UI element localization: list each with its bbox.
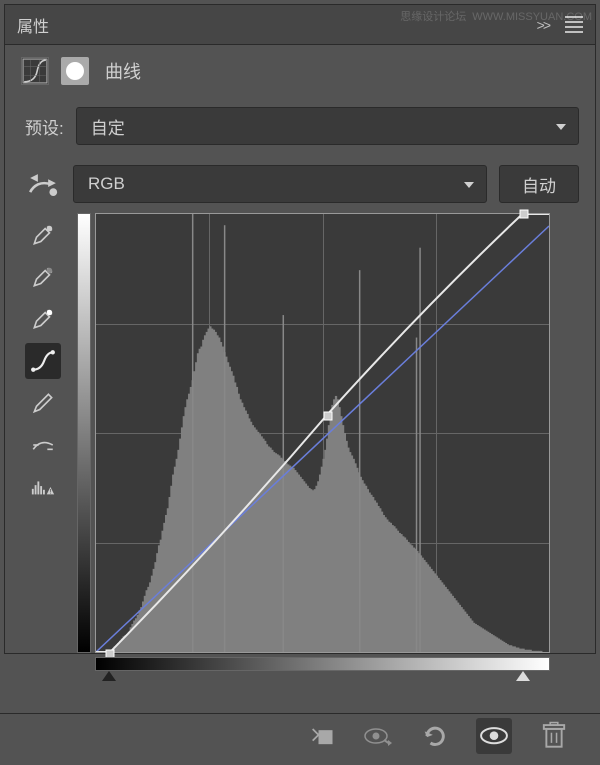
panel-footer: [0, 713, 600, 757]
curve-edit-icon[interactable]: [25, 343, 61, 379]
curve-point[interactable]: [520, 210, 529, 219]
mask-icon[interactable]: [61, 57, 89, 85]
auto-button[interactable]: 自动: [499, 165, 579, 203]
histogram: [96, 214, 549, 652]
delete-icon[interactable]: [540, 722, 568, 750]
curve-point[interactable]: [323, 411, 332, 420]
visibility-icon[interactable]: [476, 718, 512, 754]
preset-dropdown[interactable]: 自定: [76, 107, 579, 145]
curves-graph[interactable]: [95, 213, 579, 653]
curves-icon[interactable]: [21, 57, 49, 85]
input-gradient: [95, 657, 550, 671]
eyedropper-white-icon[interactable]: [25, 301, 61, 337]
channel-dropdown[interactable]: RGB: [73, 165, 487, 203]
black-point-slider[interactable]: [102, 671, 116, 681]
targeted-adjust-icon[interactable]: [25, 169, 61, 199]
smooth-icon[interactable]: [25, 427, 61, 463]
eyedropper-black-icon[interactable]: [25, 217, 61, 253]
clip-to-layer-icon[interactable]: [308, 722, 336, 750]
eyedropper-gray-icon[interactable]: [25, 259, 61, 295]
reset-icon[interactable]: [420, 722, 448, 750]
pencil-icon[interactable]: [25, 385, 61, 421]
white-point-slider[interactable]: [516, 671, 530, 681]
output-gradient: [77, 213, 91, 653]
svg-text:!: !: [50, 489, 52, 496]
watermark-cn: 思缘设计论坛: [400, 11, 466, 23]
view-previous-icon[interactable]: [364, 722, 392, 750]
adjustment-header: 曲线: [5, 45, 595, 97]
watermark-en: WWW.MISSYUAN.COM: [472, 11, 592, 23]
properties-panel: 属性 >> 曲线 预设: 自定 RGB 自动 !: [4, 4, 596, 654]
histogram-warning-icon[interactable]: !: [25, 469, 61, 505]
adjustment-label: 曲线: [105, 58, 141, 84]
preset-label: 预设:: [25, 114, 64, 139]
